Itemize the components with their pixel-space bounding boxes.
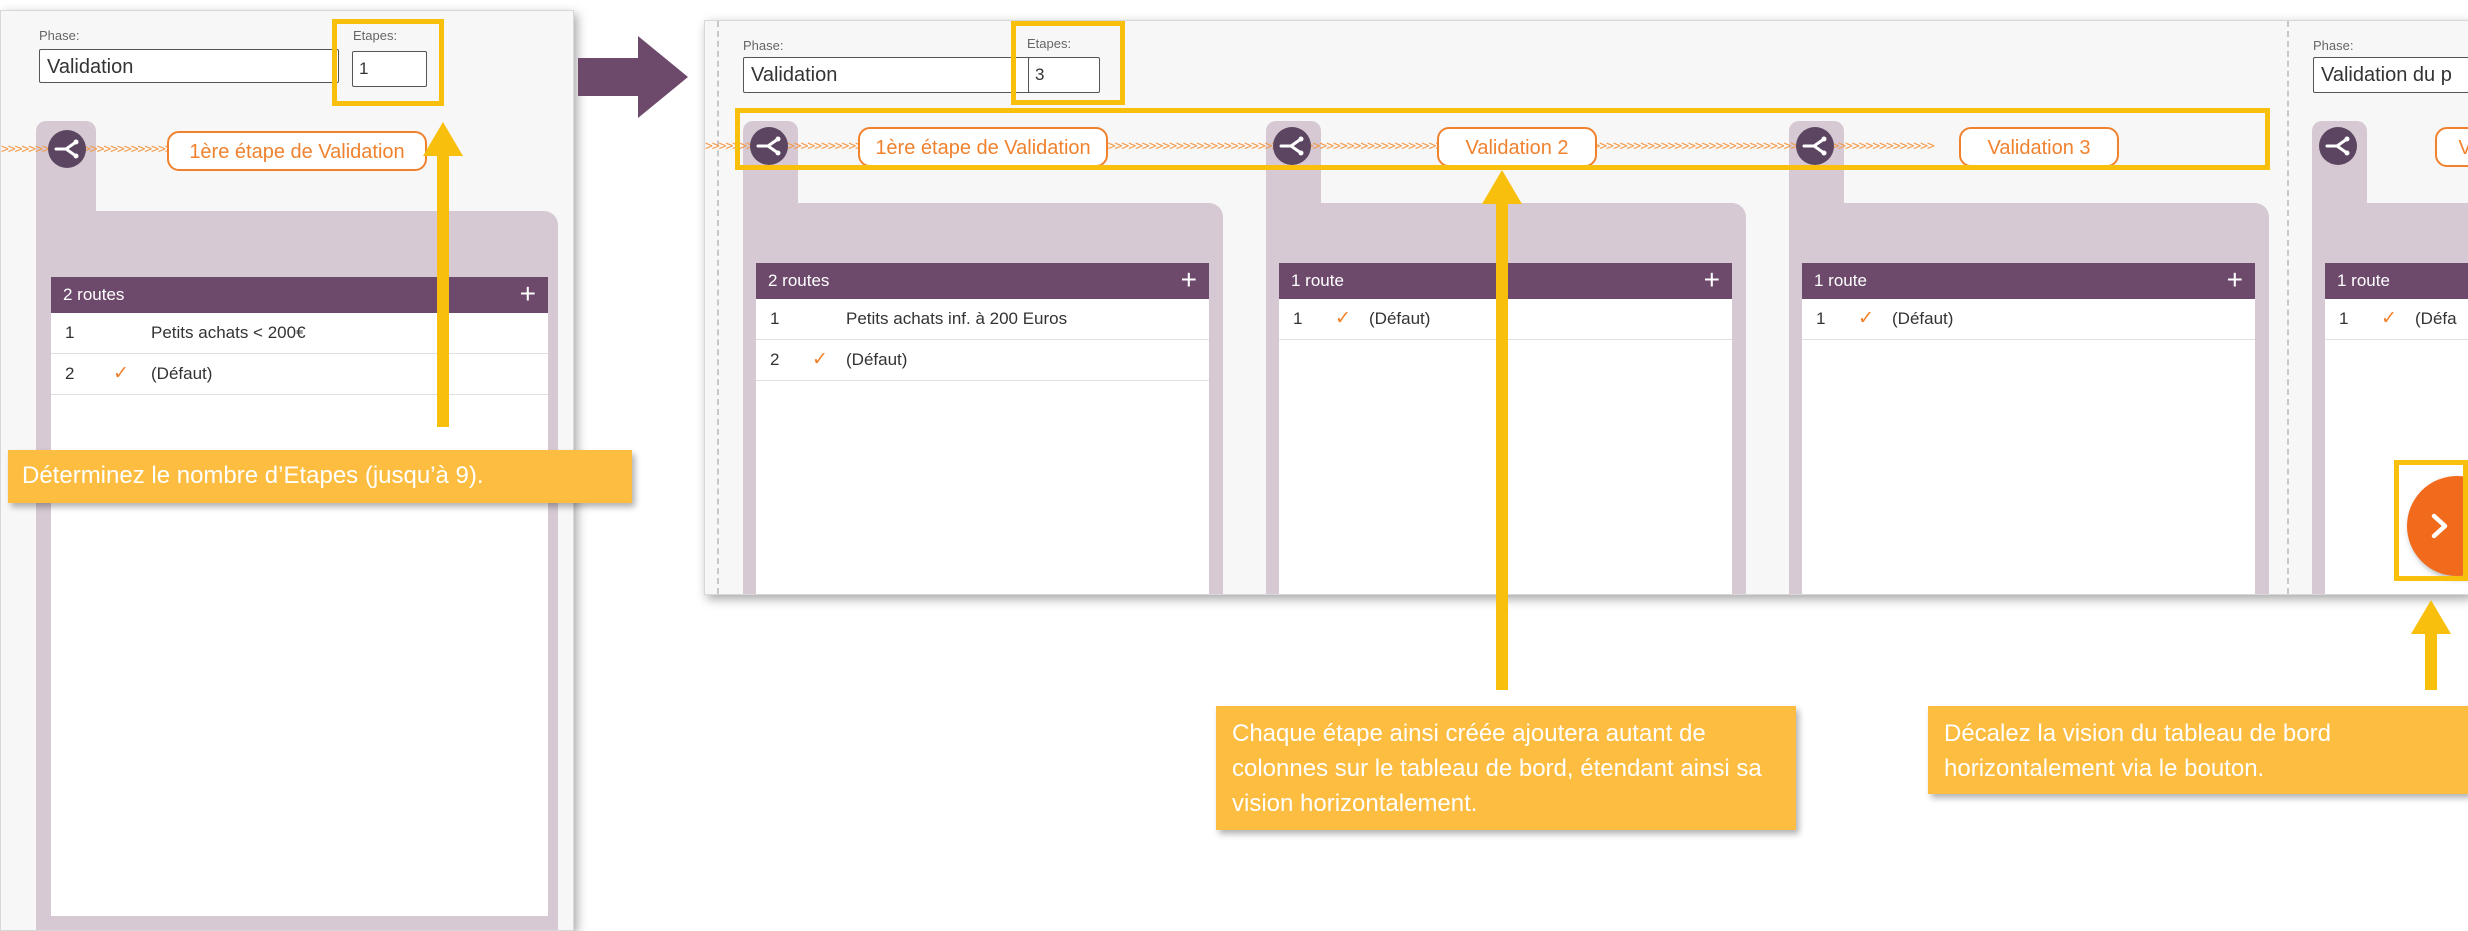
route-row[interactable]: 2 ✓ (Défaut) (756, 340, 1209, 381)
step-name-label[interactable]: V (2435, 127, 2468, 167)
phase-input[interactable]: Validation (743, 57, 1033, 93)
routes-card: 2 routes + 1 Petits achats inf. à 200 Eu… (756, 263, 1209, 594)
route-number: 1 (1816, 309, 1826, 328)
route-row[interactable]: 1 ✓ (Défaut) (1802, 299, 2255, 340)
add-route-icon[interactable]: + (1704, 263, 1720, 297)
arrow-shaft (437, 150, 449, 427)
step-row-highlight (735, 108, 2270, 170)
routes-card: 2 routes + 1 Petits achats < 200€ 2 ✓ (D… (51, 277, 548, 916)
arrow-up-icon (2411, 600, 2451, 634)
route-row[interactable]: 2 ✓ (Défaut) (51, 354, 548, 395)
route-name: (Défa (2415, 309, 2457, 328)
default-check-icon: ✓ (1335, 308, 1351, 329)
steps-input-highlight (1011, 21, 1125, 105)
default-check-icon: ✓ (2381, 308, 2397, 329)
route-row[interactable]: 1 ✓ (Défa (2325, 299, 2468, 340)
columns-callout: Chaque étape ainsi créée ajoutera autant… (1216, 706, 1796, 830)
routes-header: 1 route (2325, 263, 2468, 299)
arrow-shaft (1496, 200, 1508, 690)
route-number: 1 (65, 323, 75, 342)
scroll-callout: Décalez la vision du tableau de bord hor… (1928, 706, 2468, 794)
arrow-up-icon (423, 122, 463, 156)
next-phase-input[interactable]: Validation du p (2313, 57, 2468, 93)
steps-input-highlight (332, 19, 444, 106)
route-name: (Défaut) (846, 350, 908, 369)
route-name: (Défaut) (1369, 309, 1431, 328)
route-number: 1 (1293, 309, 1303, 328)
routes-count: 1 route (1814, 271, 1867, 290)
route-number: 1 (770, 309, 780, 328)
route-number: 1 (2339, 309, 2349, 328)
routes-header: 1 route + (1802, 263, 2255, 299)
transition-arrow-icon (578, 36, 688, 118)
route-number: 2 (65, 364, 75, 383)
step-name-label[interactable]: 1ère étape de Validation (167, 131, 427, 171)
routes-count: 1 route (1291, 271, 1344, 290)
branch-icon[interactable] (48, 130, 86, 168)
routes-count: 1 route (2337, 271, 2390, 290)
scroll-button-highlight (2394, 460, 2468, 581)
branch-icon[interactable] (2319, 127, 2357, 165)
phase-input[interactable]: Validation (39, 49, 339, 83)
route-name: Petits achats < 200€ (151, 323, 306, 342)
default-check-icon: ✓ (1858, 308, 1874, 329)
steps-count-callout: Déterminez le nombre d’Etapes (jusqu’à 9… (8, 450, 632, 503)
branch-glyph (2325, 136, 2350, 156)
routes-count: 2 routes (63, 285, 125, 304)
default-check-icon: ✓ (113, 363, 129, 384)
add-route-icon[interactable]: + (520, 277, 536, 311)
routes-count: 2 routes (768, 271, 830, 290)
routes-header: 2 routes + (756, 263, 1209, 299)
route-name: (Défaut) (151, 364, 213, 383)
arrow-shaft (2425, 628, 2437, 690)
route-name: Petits achats inf. à 200 Euros (846, 309, 1068, 328)
route-row[interactable]: 1 Petits achats < 200€ (51, 313, 548, 354)
add-route-icon[interactable]: + (2227, 263, 2243, 297)
phase-divider (2287, 21, 2289, 594)
right-dashboard-panel: Phase: Validation Etapes: 3 Phase: Valid… (704, 20, 2468, 595)
next-phase-label: Phase: (2313, 38, 2354, 53)
add-route-icon[interactable]: + (1181, 263, 1197, 297)
routes-header: 2 routes + (51, 277, 548, 313)
phase-divider (717, 21, 719, 594)
route-name: (Défaut) (1892, 309, 1954, 328)
default-check-icon: ✓ (812, 349, 828, 370)
arrow-up-icon (1482, 170, 1522, 204)
routes-card: 1 route + 1 ✓ (Défaut) (1802, 263, 2255, 594)
branch-glyph (54, 139, 79, 159)
phase-label: Phase: (743, 38, 784, 53)
route-row[interactable]: 1 Petits achats inf. à 200 Euros (756, 299, 1209, 340)
route-number: 2 (770, 350, 780, 369)
phase-label: Phase: (39, 28, 80, 43)
